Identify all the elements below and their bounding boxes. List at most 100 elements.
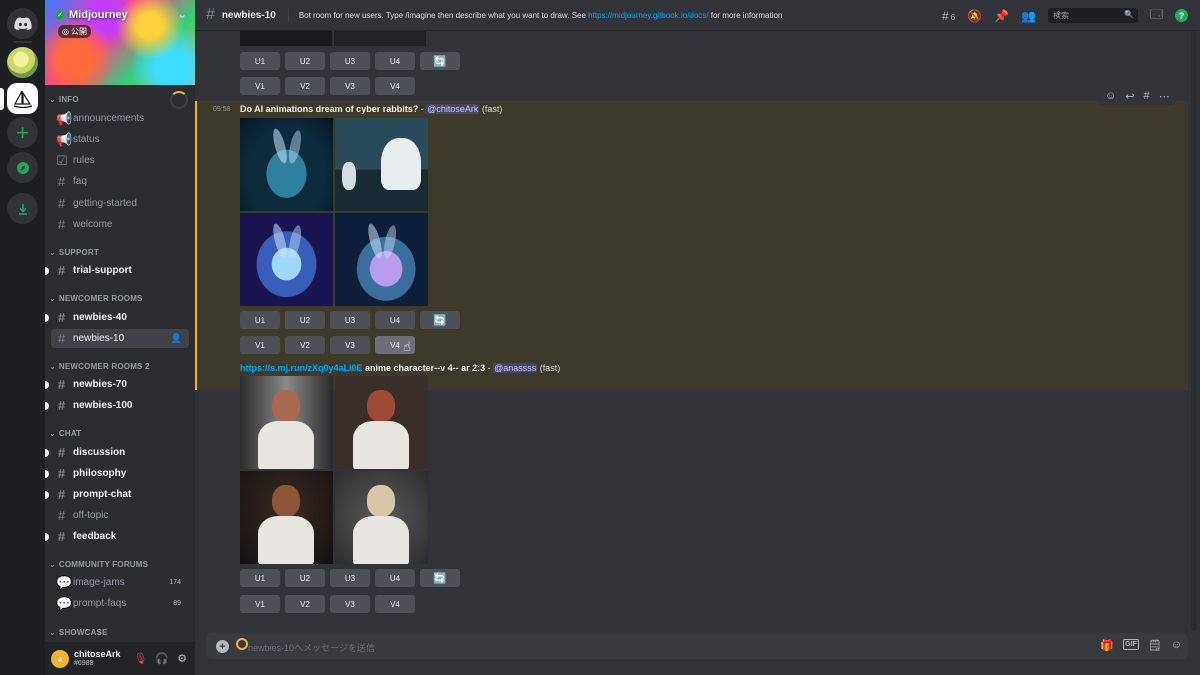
category-newcomer-rooms-2[interactable]: ⌄ NEWCOMER ROOMS 2 xyxy=(49,362,150,371)
gift-icon[interactable]: 🎁 xyxy=(1100,639,1114,652)
category-chat[interactable]: ⌄ CHAT xyxy=(49,429,81,438)
avatar[interactable]: ◕ xyxy=(51,649,69,668)
message-image-tile[interactable] xyxy=(334,31,426,46)
grid-image-2[interactable] xyxy=(335,118,428,211)
gif-icon[interactable]: GIF xyxy=(1123,639,1139,650)
upscale-button-2[interactable]: U2 xyxy=(285,311,325,329)
grid-image-4[interactable] xyxy=(335,471,428,564)
help-icon[interactable]: ? xyxy=(1175,9,1188,22)
image-grid[interactable] xyxy=(240,376,428,564)
channel-philosophy[interactable]: # philosophy xyxy=(45,464,189,483)
category-showcase[interactable]: ⌄ SHOWCASE xyxy=(49,628,108,637)
upscale-button-1[interactable]: U1 xyxy=(240,52,280,70)
sticker-icon[interactable]: 🗒 xyxy=(1148,639,1162,652)
channel-faq[interactable]: # faq xyxy=(51,172,189,191)
upscale-button-4[interactable]: U4 xyxy=(375,311,415,329)
inbox-icon[interactable]: 🗔 xyxy=(1150,5,1163,26)
upscale-button-4[interactable]: U4 xyxy=(375,52,415,70)
upscale-button-2[interactable]: U2 xyxy=(285,52,325,70)
channel-announcements[interactable]: 📢 announcements xyxy=(51,109,189,128)
upscale-button-2[interactable]: U2 xyxy=(285,569,325,587)
variation-button-4[interactable]: V4 xyxy=(375,595,415,613)
user-mention[interactable]: @anassss xyxy=(493,363,538,373)
add-reaction-icon[interactable]: ☺ xyxy=(1105,90,1116,102)
variation-button-2[interactable]: V2 xyxy=(285,595,325,613)
category-community-forums[interactable]: ⌄ COMMUNITY FORUMS xyxy=(49,560,148,569)
upscale-button-1[interactable]: U1 xyxy=(240,311,280,329)
topic-link[interactable]: https://midjourney.gitbook.io/docs/ xyxy=(588,11,708,20)
variation-button-1[interactable]: V1 xyxy=(240,77,280,95)
download-apps-icon[interactable] xyxy=(7,193,38,224)
channel-newbies-100[interactable]: # newbies-100 xyxy=(45,396,189,415)
threads-icon[interactable]: #6 xyxy=(942,9,955,23)
grid-image-3[interactable] xyxy=(240,471,333,564)
upscale-button-1[interactable]: U1 xyxy=(240,569,280,587)
server-avatar-icon[interactable] xyxy=(7,47,38,78)
channel-rules[interactable]: ☑ rules xyxy=(51,151,189,170)
variation-button-4[interactable]: V4 xyxy=(375,77,415,95)
upscale-button-4[interactable]: U4 xyxy=(375,569,415,587)
headphones-icon[interactable]: 🎧 xyxy=(155,652,169,665)
channel-newbies-40[interactable]: # newbies-40 xyxy=(45,308,189,327)
scrollbar[interactable] xyxy=(1191,31,1197,631)
mute-mic-icon[interactable]: 🎙 xyxy=(133,652,147,665)
category-support[interactable]: ⌄ SUPPORT xyxy=(49,248,99,257)
variation-button-2[interactable]: V2 xyxy=(285,77,325,95)
channel-newbies-70[interactable]: # newbies-70 xyxy=(45,375,189,394)
message-image-tile[interactable] xyxy=(240,31,332,46)
variation-button-3[interactable]: V3 xyxy=(330,595,370,613)
member-list-icon[interactable]: 👥 xyxy=(1021,9,1036,23)
channel-prompt-faqs[interactable]: 💬 prompt-faqs 89 xyxy=(51,594,189,613)
grid-image-1[interactable] xyxy=(240,118,333,211)
variation-button-3[interactable]: V3 xyxy=(330,77,370,95)
more-options-icon[interactable]: ⋯ xyxy=(1159,90,1170,103)
channel-trial-support[interactable]: # trial-support xyxy=(45,261,189,280)
channel-feedback[interactable]: # feedback xyxy=(45,527,189,546)
reroll-button[interactable]: 🔄 xyxy=(420,52,460,70)
channel-topic[interactable]: Bot room for new users. Type /imagine th… xyxy=(299,11,783,20)
pin-icon[interactable]: 📌 xyxy=(994,9,1009,23)
reroll-button[interactable]: 🔄 xyxy=(420,569,460,587)
invite-member-icon[interactable]: 👤 xyxy=(171,333,182,344)
add-attachment-icon[interactable]: + xyxy=(216,640,229,653)
user-mention[interactable]: @chitoseArk xyxy=(426,104,480,114)
channel-newbies-10[interactable]: # newbies-10 👤 xyxy=(51,329,189,348)
app-launcher-icon[interactable] xyxy=(236,638,248,650)
add-server-icon[interactable]: + xyxy=(7,117,38,148)
category-newcomer-rooms[interactable]: ⌄ NEWCOMER ROOMS xyxy=(49,294,143,303)
image-link[interactable]: https://s.mj.run/zXq0y4aLi0E xyxy=(240,363,363,373)
upscale-button-3[interactable]: U3 xyxy=(330,311,370,329)
user-info[interactable]: chitoseArk #6988 xyxy=(74,649,121,669)
create-thread-icon[interactable]: # xyxy=(1143,90,1149,102)
grid-image-1[interactable] xyxy=(240,376,333,469)
image-grid[interactable] xyxy=(240,118,428,306)
grid-image-4[interactable] xyxy=(335,213,428,306)
upscale-button-3[interactable]: U3 xyxy=(330,52,370,70)
emoji-icon[interactable]: ☺ xyxy=(1171,639,1182,652)
chevron-down-icon[interactable]: ⌄ xyxy=(178,8,187,21)
channel-welcome[interactable]: # welcome xyxy=(51,215,189,234)
channel-status[interactable]: 📢 status xyxy=(51,130,189,149)
channel-image-jams[interactable]: 💬 image-jams 174 xyxy=(51,573,189,592)
channel-discussion[interactable]: # discussion xyxy=(45,443,189,462)
variation-button-2[interactable]: V2 xyxy=(285,336,325,354)
upscale-button-3[interactable]: U3 xyxy=(330,569,370,587)
server-banner[interactable]: ✓ Midjourney ⌄ ◎ 公開 xyxy=(45,0,195,85)
channel-off-topic[interactable]: # off-topic xyxy=(51,506,189,525)
channel-getting-started[interactable]: # getting-started xyxy=(51,194,189,213)
reply-icon[interactable]: ↩ xyxy=(1125,90,1134,103)
midjourney-server-icon[interactable] xyxy=(7,83,38,114)
message-composer[interactable]: + newbies-10へメッセージを送信 🎁 GIF 🗒 ☺ xyxy=(206,633,1188,659)
server-name[interactable]: ✓ Midjourney xyxy=(55,9,128,21)
category-info[interactable]: ⌄ INFO xyxy=(49,95,79,104)
channel-prompt-chat[interactable]: # prompt-chat xyxy=(45,485,189,504)
grid-image-2[interactable] xyxy=(335,376,428,469)
grid-image-3[interactable] xyxy=(240,213,333,306)
variation-button-3[interactable]: V3 xyxy=(330,336,370,354)
discord-home-icon[interactable] xyxy=(7,8,38,39)
reroll-button[interactable]: 🔄 xyxy=(420,311,460,329)
search-input[interactable]: 検索 🔍 xyxy=(1047,8,1138,23)
variation-button-1[interactable]: V1 xyxy=(240,336,280,354)
gear-icon[interactable]: ⚙ xyxy=(177,652,187,665)
variation-button-1[interactable]: V1 xyxy=(240,595,280,613)
